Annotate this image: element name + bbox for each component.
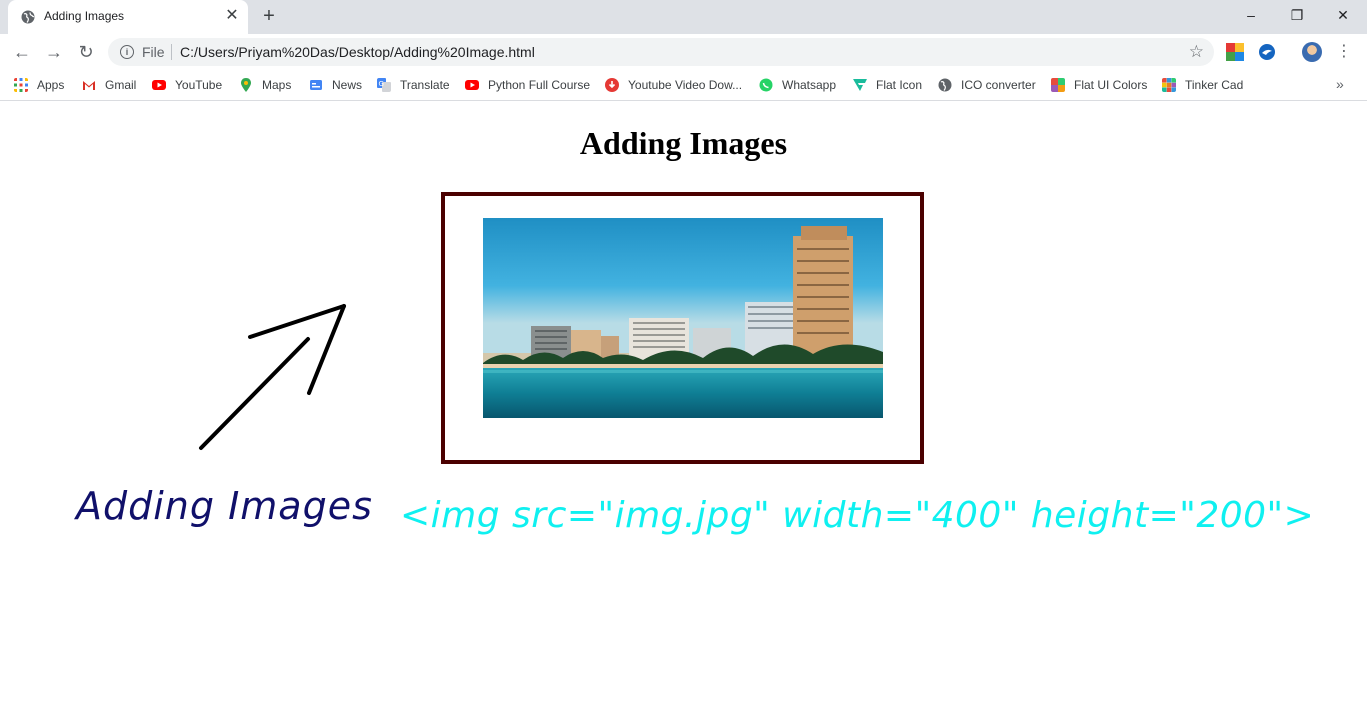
bookmark-youtube-video-downloader[interactable]: Youtube Video Dow... bbox=[605, 76, 742, 94]
bookmark-label: Youtube Video Dow... bbox=[628, 78, 743, 92]
bookmark-label: Flat UI Colors bbox=[1074, 78, 1148, 92]
reload-icon[interactable]: ↻ bbox=[74, 40, 98, 64]
bookmark-whatsapp[interactable]: Whatsapp bbox=[759, 76, 836, 94]
browser-toolbar: ← → ↻ i File C:/Users/Priyam%20Das/Deskt… bbox=[0, 34, 1367, 70]
url-text[interactable]: C:/Users/Priyam%20Das/Desktop/Adding%20I… bbox=[180, 44, 535, 60]
tab-strip: Adding Images ✕ + – ❐ ✕ bbox=[0, 0, 1367, 34]
bookmark-label: ICO converter bbox=[961, 78, 1036, 92]
more-bookmarks-chevron-icon[interactable]: » bbox=[1336, 76, 1344, 92]
image-frame bbox=[441, 192, 924, 464]
color-palette-icon bbox=[1051, 78, 1065, 92]
extension-colorful-icon[interactable] bbox=[1226, 43, 1244, 61]
bookmark-news[interactable]: News bbox=[309, 76, 362, 94]
extension-bird-icon[interactable] bbox=[1258, 43, 1276, 61]
bookmark-python-full-course[interactable]: Python Full Course bbox=[465, 76, 590, 94]
bookmark-flat-icon[interactable]: Flat Icon bbox=[853, 76, 922, 94]
tab-close-icon[interactable]: ✕ bbox=[224, 8, 240, 24]
bookmark-star-icon[interactable]: ☆ bbox=[1189, 42, 1204, 62]
gmail-icon bbox=[83, 81, 95, 90]
omnibox-divider bbox=[171, 44, 172, 60]
apps-grid-icon bbox=[14, 78, 28, 92]
bookmark-maps[interactable]: Maps bbox=[239, 76, 291, 94]
new-tab-button[interactable]: + bbox=[259, 6, 279, 26]
page-content: Adding Images Adding Images <img src="im… bbox=[0, 101, 1367, 703]
annotation-code: <img src="img.jpg" width="400" height="2… bbox=[400, 495, 1315, 536]
news-icon bbox=[310, 80, 322, 90]
close-window-button[interactable]: ✕ bbox=[1320, 0, 1366, 30]
youtube-icon bbox=[152, 80, 166, 90]
profile-avatar[interactable] bbox=[1302, 42, 1322, 62]
globe-icon bbox=[938, 78, 952, 92]
bookmark-label: Maps bbox=[262, 78, 292, 92]
bookmark-label: Whatsapp bbox=[782, 78, 837, 92]
forward-arrow-icon[interactable]: → bbox=[42, 40, 66, 64]
bookmark-label: Flat Icon bbox=[876, 78, 923, 92]
bookmark-tinker-cad[interactable]: Tinker Cad bbox=[1162, 76, 1243, 94]
beach-hotel-image bbox=[483, 218, 883, 418]
browser-tab[interactable]: Adding Images ✕ bbox=[8, 0, 248, 34]
minimize-button[interactable]: – bbox=[1228, 0, 1274, 30]
bookmark-label: News bbox=[332, 78, 363, 92]
bookmark-label: Apps bbox=[37, 78, 65, 92]
bookmark-label: Tinker Cad bbox=[1185, 78, 1244, 92]
info-icon[interactable]: i bbox=[120, 45, 134, 59]
maps-pin-icon bbox=[241, 78, 251, 92]
bookmark-youtube[interactable]: YouTube bbox=[152, 76, 222, 94]
whatsapp-icon bbox=[759, 78, 773, 92]
bookmark-label: YouTube bbox=[175, 78, 223, 92]
bookmark-gmail[interactable]: Gmail bbox=[82, 76, 136, 94]
bookmark-label: Python Full Course bbox=[488, 78, 591, 92]
globe-icon bbox=[21, 10, 35, 24]
restore-button[interactable]: ❐ bbox=[1274, 0, 1320, 30]
flaticon-icon bbox=[853, 79, 867, 91]
bookmark-ico-converter[interactable]: ICO converter bbox=[938, 76, 1036, 94]
bookmark-translate[interactable]: G Translate bbox=[377, 76, 450, 94]
translate-icon: G bbox=[377, 78, 391, 92]
download-icon bbox=[605, 78, 619, 92]
bookmark-apps[interactable]: Apps bbox=[14, 76, 64, 94]
tab-title: Adding Images bbox=[44, 9, 125, 23]
annotation-arrow-icon bbox=[199, 304, 346, 450]
menu-kebab-icon[interactable]: ⋮ bbox=[1336, 42, 1352, 62]
tinkercad-icon bbox=[1162, 78, 1176, 92]
page-title: Adding Images bbox=[579, 125, 788, 161]
back-arrow-icon[interactable]: ← bbox=[10, 40, 34, 64]
annotation-label: Adding Images bbox=[76, 484, 373, 528]
address-bar[interactable]: i File C:/Users/Priyam%20Das/Desktop/Add… bbox=[108, 38, 1214, 66]
bookmark-label: Gmail bbox=[105, 78, 137, 92]
scheme-label: File bbox=[142, 44, 165, 60]
bookmarks-bar: Apps Gmail YouTube Maps News G Translate… bbox=[0, 70, 1367, 101]
bookmark-label: Translate bbox=[400, 78, 450, 92]
bookmark-flat-ui-colors[interactable]: Flat UI Colors bbox=[1051, 76, 1147, 94]
svg-text:G: G bbox=[379, 80, 384, 88]
youtube-icon bbox=[465, 80, 479, 90]
